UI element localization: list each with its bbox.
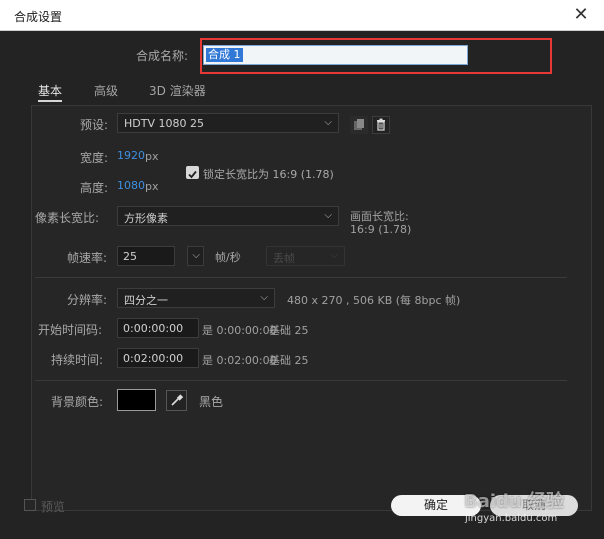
window-title: 合成设置 [14,10,63,24]
divider [35,277,567,278]
title-bar: 合成设置 ✕ [0,0,604,31]
chevron-down-icon: ⌵ [324,117,332,128]
tab-advanced[interactable]: 高级 [94,82,118,99]
drop-frame-dropdown: 丢帧 ⌵ [266,246,345,266]
dialog-body: 合成名称: 合成 1 基本 高级 3D 渲染器 预设: HDTV 1080 25… [9,31,595,539]
start-timecode-label: 开始时间码: [38,323,103,337]
start-timecode-equals: 是 0:00:00:00 [202,324,277,337]
preview-checkbox[interactable] [24,499,36,511]
bg-color-name: 黑色 [199,395,224,409]
frame-rate-label: 帧速率: [67,251,108,265]
preset-label: 预设: [80,118,109,132]
preview-label: 预览 [41,500,66,514]
divider [35,380,567,381]
bg-color-label: 背景颜色: [51,395,104,409]
start-timecode-base: 基础 25 [269,324,309,337]
comp-name-label: 合成名称: [136,49,189,63]
chevron-down-icon: ⌵ [330,250,338,261]
height-value[interactable]: 1080 [117,179,145,192]
duration-input[interactable]: 0:02:00:00 [117,348,199,368]
pixel-aspect-dropdown[interactable]: 方形像素 ⌵ [117,206,339,226]
bg-color-swatch[interactable] [117,389,156,411]
resolution-dropdown[interactable]: 四分之一 ⌵ [117,288,275,308]
frame-rate-input[interactable]: 25 [117,246,175,266]
lock-aspect-label: 锁定长宽比为 16:9 (1.78) [203,168,334,181]
trash-icon[interactable] [372,116,390,134]
frame-aspect-value: 16:9 (1.78) [350,223,412,236]
tab-3d-renderer[interactable]: 3D 渲染器 [149,82,206,99]
eyedropper-icon[interactable] [166,390,187,411]
frame-rate-dropdown[interactable]: ⌵ [187,246,204,266]
watermark-url: jingyan.baidu.com [465,513,558,524]
width-label: 宽度: [80,151,109,165]
watermark-logo: Baidu 经验 [464,491,565,512]
start-timecode-input[interactable]: 0:00:00:00 [117,318,199,338]
tab-basic[interactable]: 基本 [38,82,63,102]
comp-name-field[interactable]: 合成 1 [203,45,468,65]
duration-base: 基础 25 [269,354,309,367]
chevron-down-icon: ⌵ [324,210,332,221]
height-label: 高度: [80,181,109,195]
chevron-down-icon: ⌵ [192,250,200,261]
comp-name-value: 合成 1 [206,48,243,62]
pixel-aspect-label: 像素长宽比: [35,211,100,225]
height-unit: px [145,180,159,193]
close-icon[interactable]: ✕ [570,4,592,26]
duration-equals: 是 0:02:00:00 [202,354,277,367]
width-value[interactable]: 1920 [117,149,145,162]
fps-unit: 帧/秒 [215,251,241,264]
preset-dropdown[interactable]: HDTV 1080 25 ⌵ [117,113,339,133]
copy-icon[interactable] [350,116,368,134]
comp-settings-window: 合成设置 ✕ 合成名称: 合成 1 基本 高级 3D 渲染器 预设: HDTV … [0,0,604,539]
resolution-info: 480 x 270 , 506 KB (每 8bpc 帧) [287,294,461,307]
frame-aspect-label: 画面长宽比: [350,210,409,223]
duration-label: 持续时间: [51,353,104,367]
lock-aspect-checkbox[interactable] [186,166,199,179]
chevron-down-icon: ⌵ [260,292,268,303]
resolution-label: 分辨率: [67,293,108,307]
width-unit: px [145,150,159,163]
